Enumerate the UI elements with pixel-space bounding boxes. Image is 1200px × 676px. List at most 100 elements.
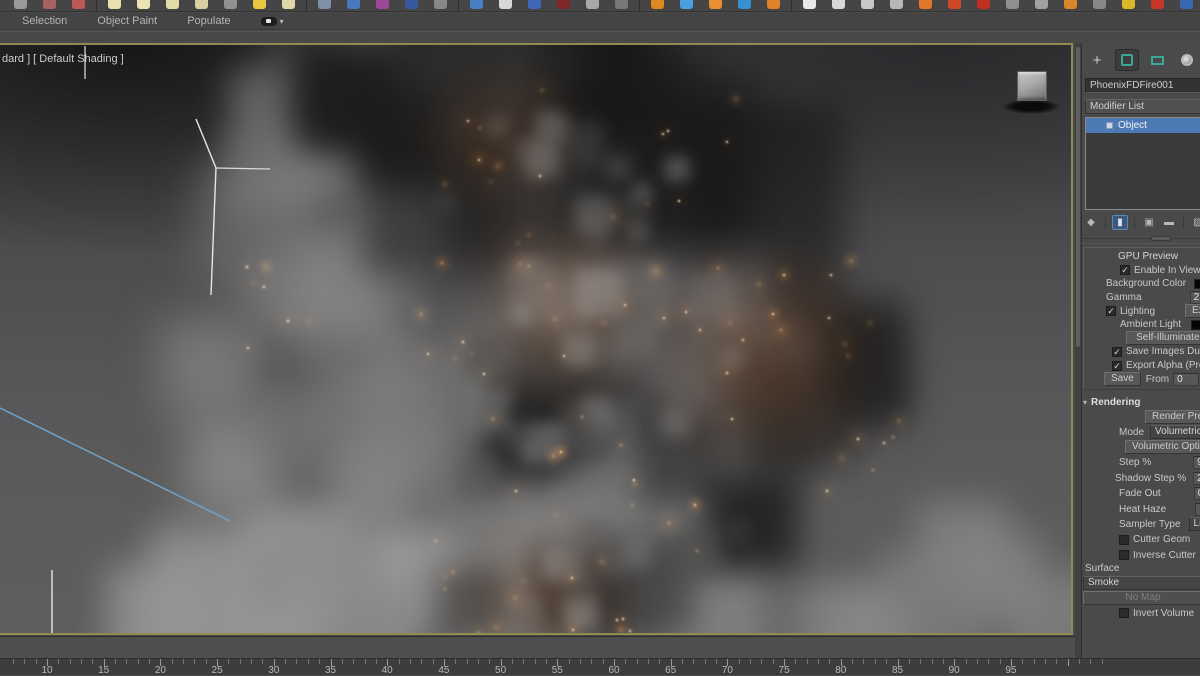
lighting-exclude-button[interactable]: Excl xyxy=(1185,304,1200,318)
toolbar-icon[interactable] xyxy=(861,0,874,9)
toolbar-icon[interactable] xyxy=(1122,0,1135,9)
toolbar-icon[interactable] xyxy=(470,0,483,9)
ruler-tick xyxy=(988,659,989,664)
toolbar-icon[interactable] xyxy=(72,0,85,9)
object-name-field[interactable]: PhoenixFDFire001 xyxy=(1085,78,1200,93)
configure-modifier-sets-button[interactable]: ▨ xyxy=(1190,215,1200,230)
ruler-frame-label: 85 xyxy=(883,665,913,676)
toolbar-icon[interactable] xyxy=(43,0,56,9)
ruler-tick xyxy=(421,659,422,664)
toolbar-icon[interactable] xyxy=(499,0,512,9)
ribbon-tab-object-paint[interactable]: Object Paint xyxy=(97,15,157,27)
step-field[interactable]: 90 xyxy=(1193,456,1200,469)
surface-smoke-dropdown[interactable]: Smoke xyxy=(1083,576,1200,590)
ruler-tick xyxy=(546,659,547,664)
toolbar-icon[interactable] xyxy=(738,0,751,9)
volumetric-options-button[interactable]: Volumetric Options xyxy=(1125,440,1200,454)
cutter-geom-checkbox[interactable]: ✓ xyxy=(1119,535,1129,545)
self-illuminate-button[interactable]: Self-Illuminate... xyxy=(1126,331,1200,345)
toolbar-icon[interactable] xyxy=(166,0,179,9)
toolbar-icon[interactable] xyxy=(434,0,447,9)
ruler-tick xyxy=(206,659,207,664)
stack-item-object[interactable]: Object xyxy=(1086,118,1200,133)
separator-handle[interactable] xyxy=(1151,236,1171,241)
ruler-frame-label: 95 xyxy=(996,665,1026,676)
save-images-checkbox[interactable]: ✓ xyxy=(1112,347,1122,357)
sampler-type-dropdown[interactable]: Linear xyxy=(1189,517,1200,531)
toolbar-icon[interactable] xyxy=(318,0,331,9)
modify-tab-icon[interactable] xyxy=(1115,49,1139,71)
toolbar-icon[interactable] xyxy=(919,0,932,9)
toolbar-icon[interactable] xyxy=(376,0,389,9)
toolbar-icon[interactable] xyxy=(108,0,121,9)
toolbar-icon[interactable] xyxy=(557,0,570,9)
toolbar-icon[interactable] xyxy=(615,0,628,9)
track-bar[interactable] xyxy=(0,636,1075,658)
invert-volume-checkbox[interactable]: ✓ xyxy=(1119,608,1129,618)
view-cube[interactable] xyxy=(1000,63,1064,123)
toolbar-icon[interactable] xyxy=(586,0,599,9)
shadow-step-row: Shadow Step % 200 xyxy=(1119,471,1200,486)
toolbar-icon[interactable] xyxy=(651,0,664,9)
rendering-rollout-header[interactable]: ▾ Rendering xyxy=(1075,395,1200,409)
toolbar-icon[interactable] xyxy=(1180,0,1193,9)
toolbar-icon[interactable] xyxy=(347,0,360,9)
export-alpha-checkbox[interactable]: ✓ xyxy=(1112,361,1122,371)
toolbar-icon[interactable] xyxy=(803,0,816,9)
render-presets-button[interactable]: Render Prese xyxy=(1145,410,1200,424)
toolbar-icon[interactable] xyxy=(405,0,418,9)
toolbar-icon[interactable] xyxy=(1006,0,1019,9)
toolbar-icon[interactable] xyxy=(767,0,780,9)
toolbar-icon[interactable] xyxy=(948,0,961,9)
toolbar-icon[interactable] xyxy=(1151,0,1164,9)
enable-in-viewport-checkbox[interactable]: ✓ xyxy=(1120,265,1130,275)
ambient-light-swatch[interactable] xyxy=(1191,320,1200,330)
time-ruler[interactable]: 101520253035404550556065707580859095 xyxy=(0,658,1200,675)
toolbar-icon[interactable] xyxy=(680,0,693,9)
shadow-step-field[interactable]: 200 xyxy=(1193,472,1200,485)
toolbar-icon[interactable] xyxy=(832,0,845,9)
viewport[interactable]: dard ] [ Default Shading ] xyxy=(0,43,1073,635)
viewport-shading-label[interactable]: dard ] [ Default Shading ] xyxy=(2,53,124,65)
toolbar-icon[interactable] xyxy=(1064,0,1077,9)
lighting-checkbox[interactable]: ✓ xyxy=(1106,306,1116,316)
ribbon-tab-selection[interactable]: Selection xyxy=(22,15,67,27)
ribbon-tab-populate[interactable]: Populate xyxy=(187,15,230,27)
motion-tab-icon[interactable] xyxy=(1175,49,1199,71)
toolbar-icon[interactable] xyxy=(137,0,150,9)
from-field[interactable]: 0 xyxy=(1173,373,1199,386)
toolbar-separator xyxy=(96,0,97,12)
toolbar-icon[interactable] xyxy=(1035,0,1048,9)
gamma-field[interactable]: 2.2 xyxy=(1190,291,1200,304)
toolbar-icon[interactable] xyxy=(1093,0,1106,9)
toolbar-icon[interactable] xyxy=(14,0,27,9)
invert-volume-row: ✓ Invert Volume xyxy=(1119,606,1200,621)
ribbon-minimize-button[interactable]: ▾ xyxy=(261,17,284,26)
mode-dropdown[interactable]: Volumetric xyxy=(1150,425,1200,439)
panel-scrollbar-thumb[interactable] xyxy=(1076,47,1080,347)
hierarchy-tab-icon[interactable] xyxy=(1145,49,1169,71)
inverse-cutter-checkbox[interactable]: ✓ xyxy=(1119,550,1129,560)
remove-modifier-button[interactable]: ▬ xyxy=(1161,215,1177,230)
show-end-result-button[interactable]: ▮ xyxy=(1112,215,1128,230)
modifier-list-dropdown[interactable]: Modifier List xyxy=(1085,99,1200,114)
toolbar-icon[interactable] xyxy=(195,0,208,9)
ruler-tick xyxy=(739,659,740,664)
toolbar-icon[interactable] xyxy=(890,0,903,9)
make-unique-button[interactable]: ▣ xyxy=(1141,215,1157,230)
ribbon-icon-strip[interactable] xyxy=(0,0,1200,12)
background-color-swatch[interactable] xyxy=(1194,279,1200,289)
ruler-tick xyxy=(761,659,762,664)
ribbon-collapsed-area xyxy=(0,31,1200,43)
toolbar-icon[interactable] xyxy=(709,0,722,9)
pin-stack-button[interactable]: ◆ xyxy=(1083,215,1099,230)
toolbar-icon[interactable] xyxy=(282,0,295,9)
create-tab-icon[interactable]: + xyxy=(1085,49,1109,71)
toolbar-icon[interactable] xyxy=(977,0,990,9)
toolbar-icon[interactable] xyxy=(528,0,541,9)
toolbar-icon[interactable] xyxy=(224,0,237,9)
save-button[interactable]: Save xyxy=(1104,372,1141,386)
fade-out-field[interactable]: 0.0 xyxy=(1194,487,1200,500)
toolbar-icon[interactable] xyxy=(253,0,266,9)
ruler-tick xyxy=(909,659,910,664)
